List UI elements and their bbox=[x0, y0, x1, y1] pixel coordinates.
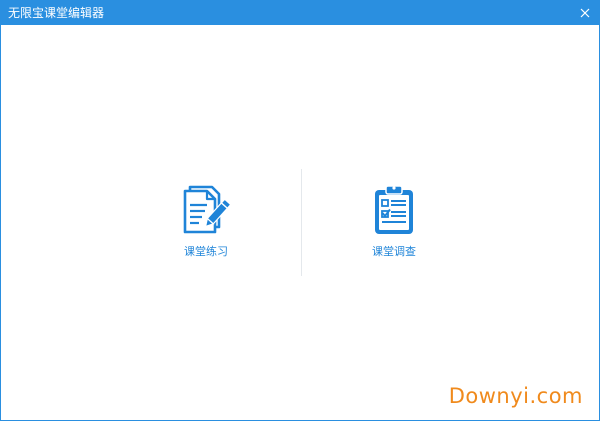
classroom-practice-label: 课堂练习 bbox=[184, 245, 228, 258]
close-button[interactable] bbox=[575, 3, 595, 23]
window-title: 无限宝课堂编辑器 bbox=[8, 6, 105, 20]
editor-window: 无限宝课堂编辑器 课堂练习 课堂调查 Downyi.com bbox=[0, 0, 600, 421]
clipboard-checklist-icon bbox=[375, 185, 413, 234]
classroom-survey-label: 课堂调查 bbox=[372, 245, 416, 258]
classroom-survey-option[interactable]: 课堂调查 bbox=[339, 183, 449, 273]
classroom-practice-option[interactable]: 课堂练习 bbox=[151, 183, 261, 273]
options-divider bbox=[301, 169, 302, 276]
title-bar[interactable]: 无限宝课堂编辑器 bbox=[1, 1, 599, 25]
watermark-text: Downyi.com bbox=[448, 384, 583, 408]
close-icon bbox=[580, 8, 590, 18]
document-pen-icon bbox=[183, 185, 231, 234]
